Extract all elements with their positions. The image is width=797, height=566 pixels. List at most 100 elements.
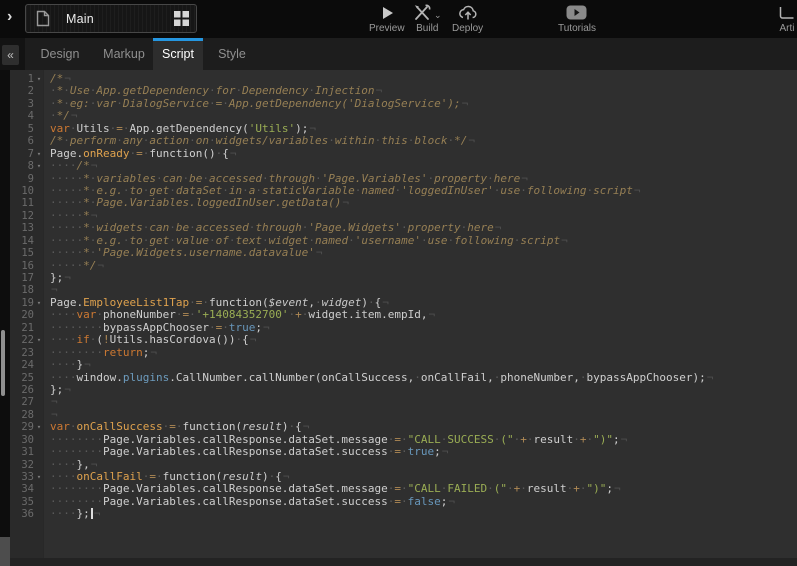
line-number: 31: [10, 446, 34, 458]
line-number: 28: [10, 409, 34, 421]
line-number: 29: [10, 421, 34, 433]
line-number: 11: [10, 197, 34, 209]
code-lines: 1▾/*¬2·*·Use·App.getDependency·for·Depen…: [10, 73, 797, 521]
line-number: 21: [10, 322, 34, 334]
gutter-cell: 35: [10, 496, 44, 508]
fold-toggle-icon: [34, 210, 44, 222]
line-number: 4: [10, 110, 34, 122]
left-panel-scrollbar-thumb[interactable]: [1, 330, 5, 396]
gutter-cell: 10: [10, 185, 44, 197]
fold-toggle-icon: [34, 483, 44, 495]
gutter-cell: 32: [10, 459, 44, 471]
tutorials-button[interactable]: Tutorials: [558, 3, 596, 34]
line-number: 9: [10, 173, 34, 185]
gutter-cell: 29▾: [10, 421, 44, 433]
fold-toggle-icon: [34, 123, 44, 135]
line-number: 20: [10, 309, 34, 321]
gutter-cell: 4: [10, 110, 44, 122]
line-number: 1: [10, 73, 34, 85]
gutter-cell: 27: [10, 396, 44, 408]
fold-toggle-icon: [34, 235, 44, 247]
gutter-cell: 16: [10, 260, 44, 272]
expand-sidebar-chevron-icon[interactable]: ›: [7, 8, 12, 26]
fold-toggle-icon[interactable]: ▾: [34, 471, 44, 483]
pages-grid-icon[interactable]: [166, 11, 196, 26]
line-number: 5: [10, 123, 34, 135]
code-line: 7▾Page.onReady·=·function()·{¬: [10, 148, 797, 160]
code-line: 36····};¬: [10, 508, 797, 520]
text-cursor: [91, 508, 93, 519]
gutter-cell: 15: [10, 247, 44, 259]
tab-style[interactable]: Style: [203, 38, 261, 70]
page-selector[interactable]: Main: [25, 4, 197, 33]
tab-script[interactable]: Script: [153, 38, 203, 70]
line-number: 30: [10, 434, 34, 446]
gutter-cell: 7▾: [10, 148, 44, 160]
gutter-cell: 21: [10, 322, 44, 334]
fold-toggle-icon: [34, 359, 44, 371]
line-number: 24: [10, 359, 34, 371]
left-panel-bottom-handle[interactable]: [0, 537, 10, 566]
fold-toggle-icon: [34, 173, 44, 185]
fold-toggle-icon: [34, 508, 44, 520]
gutter-cell: 19▾: [10, 297, 44, 309]
editor-body: 1▾/*¬2·*·Use·App.getDependency·for·Depen…: [0, 70, 797, 566]
artifacts-button[interactable]: Arti: [779, 3, 795, 34]
build-button[interactable]: ⌄ Build: [413, 3, 442, 34]
code-line-text: ········Page.Variables.callResponse.data…: [44, 496, 455, 508]
fold-toggle-icon: [34, 446, 44, 458]
gutter-cell: 20: [10, 309, 44, 321]
gutter-cell: 11: [10, 197, 44, 209]
gutter-cell: 28: [10, 409, 44, 421]
build-dropdown-chevron-icon[interactable]: ⌄: [434, 10, 442, 21]
code-line: 31········Page.Variables.callResponse.da…: [10, 446, 797, 458]
gutter-cell: 8▾: [10, 160, 44, 172]
collapsed-left-panel-strip: [0, 70, 10, 566]
fold-toggle-icon: [34, 197, 44, 209]
line-number: 7: [10, 148, 34, 160]
fold-toggle-icon[interactable]: ▾: [34, 421, 44, 433]
gutter-cell: 26: [10, 384, 44, 396]
line-number: 18: [10, 284, 34, 296]
line-number: 22: [10, 334, 34, 346]
gutter-cell: 24: [10, 359, 44, 371]
code-line: 15·····*·'Page.Widgets.username.datavalu…: [10, 247, 797, 259]
tab-markup[interactable]: Markup: [95, 38, 153, 70]
code-line: 17};¬: [10, 272, 797, 284]
line-number: 13: [10, 222, 34, 234]
gutter-cell: 12: [10, 210, 44, 222]
fold-toggle-icon[interactable]: ▾: [34, 148, 44, 160]
fold-toggle-icon: [34, 384, 44, 396]
preview-button[interactable]: Preview: [369, 3, 405, 34]
line-number: 36: [10, 508, 34, 520]
fold-toggle-icon: [34, 347, 44, 359]
line-number: 16: [10, 260, 34, 272]
build-tools-icon: [413, 4, 432, 21]
tutorials-video-icon: [566, 3, 587, 22]
page-tabbar: « Design Markup Script Style: [0, 38, 797, 70]
fold-toggle-icon: [34, 185, 44, 197]
script-code-editor[interactable]: 1▾/*¬2·*·Use·App.getDependency·for·Depen…: [10, 70, 797, 566]
fold-toggle-icon[interactable]: ▾: [34, 160, 44, 172]
fold-toggle-icon[interactable]: ▾: [34, 334, 44, 346]
line-number: 27: [10, 396, 34, 408]
gutter-cell: 25: [10, 372, 44, 384]
gutter-cell: 23: [10, 347, 44, 359]
line-number: 26: [10, 384, 34, 396]
current-page-name: Main: [60, 12, 166, 26]
fold-toggle-icon: [34, 496, 44, 508]
artifacts-box-icon: [779, 3, 795, 22]
deploy-button[interactable]: Deploy: [452, 3, 483, 34]
fold-toggle-icon[interactable]: ▾: [34, 297, 44, 309]
tab-list: Design Markup Script Style: [25, 38, 261, 70]
collapse-panel-button[interactable]: «: [2, 45, 19, 65]
fold-toggle-icon[interactable]: ▾: [34, 73, 44, 85]
page-file-icon: [26, 10, 60, 27]
gutter-cell: 31: [10, 446, 44, 458]
fold-toggle-icon: [34, 98, 44, 110]
gutter-cell: 30: [10, 434, 44, 446]
gutter-cell: 14: [10, 235, 44, 247]
tab-design[interactable]: Design: [25, 38, 95, 70]
line-number: 25: [10, 372, 34, 384]
deploy-cloud-upload-icon: [457, 3, 479, 22]
